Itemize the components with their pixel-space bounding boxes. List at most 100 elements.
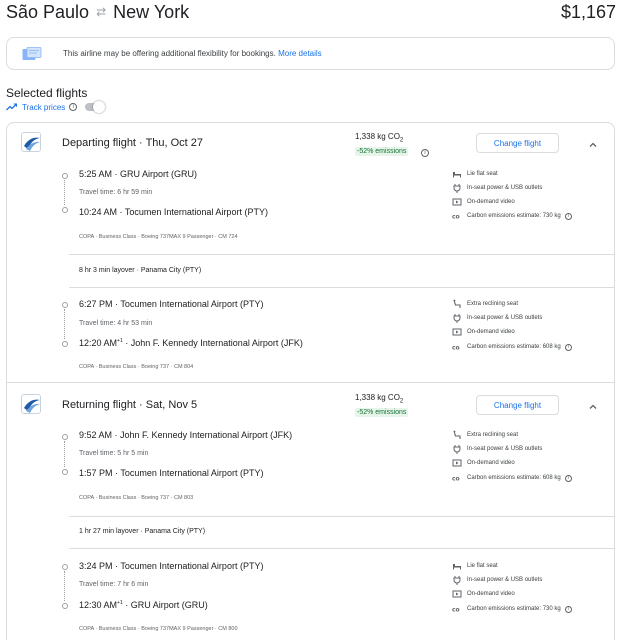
selected-flights-heading: Selected flights xyxy=(6,86,88,100)
travel-time: Travel time: 7 hr 6 min xyxy=(79,581,149,588)
power-outlet-icon xyxy=(452,575,462,585)
info-icon[interactable]: i xyxy=(564,474,572,482)
arrival-time: 1:57 PM xyxy=(79,468,113,478)
amenity-row: Extra reclining seat xyxy=(452,299,518,309)
emissions-badge: -52% emissions xyxy=(355,147,409,156)
more-details-link[interactable]: More details xyxy=(278,49,322,58)
arrival-dot xyxy=(62,469,68,475)
info-icon[interactable]: i xyxy=(421,149,429,157)
info-icon[interactable]: i xyxy=(564,343,572,351)
departure-airport: Tocumen International Airport (PTY) xyxy=(120,299,264,309)
departure-airport: Tocumen International Airport (PTY) xyxy=(120,561,264,571)
round-trip-arrows-icon: ⇄ xyxy=(96,5,107,19)
lie-flat-seat-icon xyxy=(452,169,462,179)
co2-total: 1,338 kg CO2 xyxy=(355,132,403,144)
amenity-label: In-seat power & USB outlets xyxy=(467,577,543,583)
flights-card: Departing flight · Thu, Oct 27 1,338 kg … xyxy=(6,122,615,640)
divider xyxy=(69,287,614,288)
reclining-seat-icon xyxy=(452,299,462,309)
amenity-row: On-demand video xyxy=(452,589,515,599)
svg-text:co: co xyxy=(452,345,460,352)
departure-time-row: 6:27 PM · Tocumen International Airport … xyxy=(79,299,264,309)
layover-info: 8 hr 3 min layover · Panama City (PTY) xyxy=(79,267,202,274)
arrival-time-row: 12:20 AM+1 · John F. Kennedy Internation… xyxy=(79,338,303,348)
chevron-up-icon[interactable] xyxy=(587,138,599,150)
amenity-label: On-demand video xyxy=(467,329,515,335)
amenity-label: In-seat power & USB outlets xyxy=(467,185,543,191)
amenity-label: Carbon emissions estimate: 730 kg xyxy=(467,213,561,219)
arrival-airport: John F. Kennedy International Airport (J… xyxy=(130,338,303,348)
svg-text:co: co xyxy=(452,214,460,221)
origin-city: São Paulo xyxy=(6,1,90,22)
returning-flight-title: Returning flight · Sat, Nov 5 xyxy=(62,399,198,411)
power-outlet-icon xyxy=(452,183,462,193)
amenity-label: Carbon emissions estimate: 608 kg xyxy=(467,344,561,350)
svg-text:co: co xyxy=(452,607,460,614)
route-line xyxy=(64,309,65,339)
video-icon xyxy=(452,327,462,337)
co2-value: 1,338 kg CO xyxy=(355,393,400,402)
amenity-row: In-seat power & USB outlets xyxy=(452,575,542,585)
track-prices-label: Track prices xyxy=(22,102,66,112)
travel-time: Travel time: 6 hr 59 min xyxy=(79,189,153,196)
departure-time-row: 5:25 AM · GRU Airport (GRU) xyxy=(79,169,198,179)
info-icon[interactable]: i xyxy=(564,605,572,613)
flight-details: COPA · Business Class · Boeing 737MAX 9 … xyxy=(79,626,238,632)
departure-dot xyxy=(62,302,68,308)
arrival-time: 10:24 AM xyxy=(79,207,118,217)
amenity-row: Extra reclining seat xyxy=(452,430,518,440)
info-icon[interactable]: i xyxy=(564,212,572,220)
divider xyxy=(69,548,614,549)
change-flight-button[interactable]: Change flight xyxy=(476,395,559,415)
route-title: São Paulo ⇄ New York xyxy=(6,0,189,24)
departing-flight-title: Departing flight · Thu, Oct 27 xyxy=(62,137,204,149)
route-line xyxy=(64,180,65,205)
section-divider xyxy=(7,382,614,383)
track-prices-toggle[interactable] xyxy=(85,101,106,113)
departure-dot xyxy=(62,173,68,179)
copa-airline-logo xyxy=(21,394,41,414)
amenity-row: On-demand video xyxy=(452,327,515,337)
departure-time: 3:24 PM xyxy=(79,561,113,571)
total-price: $1,167 xyxy=(560,1,616,22)
trend-icon xyxy=(6,98,18,116)
amenity-row: In-seat power & USB outlets xyxy=(452,444,542,454)
copa-airline-logo xyxy=(21,132,41,152)
amenity-row: co Carbon emissions estimate: 730 kg i xyxy=(452,211,572,221)
next-day-indicator: +1 xyxy=(117,338,123,344)
info-icon[interactable]: i xyxy=(69,103,78,111)
amenity-label: Carbon emissions estimate: 608 kg xyxy=(467,475,561,481)
arrival-time-row: 1:57 PM · Tocumen International Airport … xyxy=(79,468,264,478)
amenity-label: Lie flat seat xyxy=(467,171,498,177)
change-flight-button[interactable]: Change flight xyxy=(476,133,559,153)
departure-dot xyxy=(62,564,68,570)
chevron-up-icon[interactable] xyxy=(587,400,599,412)
amenity-label: Extra reclining seat xyxy=(467,432,519,438)
travel-time: Travel time: 4 hr 53 min xyxy=(79,320,153,327)
amenity-label: Extra reclining seat xyxy=(467,301,519,307)
amenity-row: In-seat power & USB outlets xyxy=(452,313,542,323)
flight-details: COPA · Business Class · Boeing 737MAX 9 … xyxy=(79,234,238,240)
power-outlet-icon xyxy=(452,444,462,454)
arrival-airport: Tocumen International Airport (PTY) xyxy=(120,468,264,478)
arrival-time: 12:30 AM xyxy=(79,600,118,610)
lie-flat-seat-icon xyxy=(452,561,462,571)
amenity-row: Lie flat seat xyxy=(452,169,498,179)
amenity-row: On-demand video xyxy=(452,458,515,468)
co2-subscript: 2 xyxy=(399,398,404,405)
emissions-badge: -52% emissions xyxy=(355,408,409,417)
arrival-dot xyxy=(62,341,68,347)
amenity-row: Lie flat seat xyxy=(452,561,498,571)
departure-dot xyxy=(62,434,68,440)
svg-text:co: co xyxy=(452,476,460,483)
amenity-label: On-demand video xyxy=(467,591,515,597)
co2-icon: co xyxy=(452,473,462,483)
divider xyxy=(69,254,614,255)
amenity-label: Lie flat seat xyxy=(467,563,498,569)
arrival-time-row: 10:24 AM · Tocumen International Airport… xyxy=(79,207,268,217)
departure-airport: GRU Airport (GRU) xyxy=(120,169,198,179)
co2-total: 1,338 kg CO2 xyxy=(355,393,403,405)
travel-time: Travel time: 5 hr 5 min xyxy=(79,450,149,457)
departure-time-row: 3:24 PM · Tocumen International Airport … xyxy=(79,561,264,571)
flight-details: COPA · Business Class · Boeing 737 · CM … xyxy=(79,364,194,370)
